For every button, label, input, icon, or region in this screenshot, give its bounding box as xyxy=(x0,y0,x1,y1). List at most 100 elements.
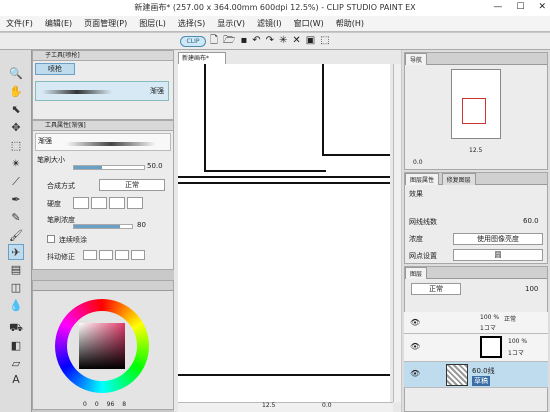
window-controls: — ☐ ✕ xyxy=(493,2,546,12)
layer-opacity: 100 % xyxy=(508,338,528,345)
navigator-zoom-value: 12.5 xyxy=(469,147,483,154)
sub-tool-preset-name: 渐强 xyxy=(150,87,164,95)
menu-bar: 文件(F) 编辑(E) 页面管理(P) 图层(L) 选择(S) 显示(V) 滤镜… xyxy=(0,16,550,32)
pen-icon[interactable]: ✒ xyxy=(8,192,24,208)
layer-name: 1コマ xyxy=(508,350,524,357)
navigator-angle-value: 0.0 xyxy=(413,159,423,166)
layer-opacity: 100 % xyxy=(480,314,500,321)
selection-icon[interactable]: ⬚ xyxy=(8,138,24,154)
canvas-tab[interactable]: 新建画布* xyxy=(178,52,226,64)
menu-help[interactable]: 帮助(H) xyxy=(330,18,370,29)
layer-line-count: 60.0线 xyxy=(472,367,495,375)
eye-icon[interactable]: 👁 xyxy=(410,369,420,378)
layer-tab[interactable]: 图层 xyxy=(405,267,428,279)
sub-tool-preset[interactable]: 渐强 xyxy=(35,81,169,101)
stabilizer-option[interactable] xyxy=(131,250,145,260)
layer-row[interactable]: 👁 100 % 正常 1コマ xyxy=(404,312,548,334)
operation-icon[interactable]: ⬉ xyxy=(8,102,24,118)
minimize-icon[interactable]: — xyxy=(493,2,502,12)
tab-layer-property[interactable]: 图层属性 xyxy=(405,173,440,185)
panel-border xyxy=(178,182,390,184)
menu-window[interactable]: 窗口(W) xyxy=(288,18,330,29)
hardness-option[interactable] xyxy=(109,197,125,209)
open-folder-icon[interactable]: 🗁 xyxy=(223,35,235,47)
brush-size-label: 笔刷大小 xyxy=(37,156,65,164)
canvas-horizontal-scrollbar[interactable] xyxy=(178,402,393,412)
redo-icon[interactable]: ↷ xyxy=(266,35,274,47)
navigator-preview[interactable] xyxy=(451,69,501,139)
stabilizer-option[interactable] xyxy=(115,250,129,260)
navigator-tab[interactable]: 导航 xyxy=(405,53,428,65)
eye-icon[interactable]: 👁 xyxy=(410,318,420,327)
hardness-option[interactable] xyxy=(91,197,107,209)
menu-layer[interactable]: 图层(L) xyxy=(133,18,172,29)
layer-row[interactable]: 👁 100 % 1コマ xyxy=(404,334,548,362)
airbrush-icon[interactable]: ✈ xyxy=(8,244,24,260)
brush-size-value: 50.0 xyxy=(147,162,163,170)
move-icon[interactable]: ✥ xyxy=(8,120,24,136)
panel-border xyxy=(206,170,326,172)
hardness-option[interactable] xyxy=(73,197,89,209)
stabilizer-option[interactable] xyxy=(83,250,97,260)
color-wheel-panel: 0 0 96 8 xyxy=(32,280,174,410)
stabilizer-options xyxy=(83,250,145,260)
fill-bucket-icon[interactable]: ⛟ xyxy=(8,320,24,336)
layer-blend-select[interactable]: 正常 xyxy=(411,283,461,295)
continuous-checkbox[interactable] xyxy=(47,235,55,243)
new-file-icon[interactable]: 🗋 xyxy=(210,35,218,47)
panel-border xyxy=(324,154,390,156)
menu-view[interactable]: 显示(V) xyxy=(211,18,251,29)
canvas-vertical-scrollbar[interactable] xyxy=(393,64,401,402)
save-icon[interactable]: ▪ xyxy=(240,35,247,47)
canvas-page[interactable] xyxy=(178,64,390,408)
sub-tool-group-tab[interactable]: 喷枪 xyxy=(35,63,75,75)
text-icon[interactable]: A xyxy=(8,372,24,388)
layer-row-selected[interactable]: 👁 60.0线 草稿 xyxy=(404,362,548,388)
figure-icon[interactable]: ▱ xyxy=(8,356,24,372)
pencil-icon[interactable]: ✎ xyxy=(8,210,24,226)
blend-mode-select[interactable]: 正常 xyxy=(99,179,165,191)
menu-select[interactable]: 选择(S) xyxy=(172,18,211,29)
navigator-tab-bar: 导航 xyxy=(405,53,547,65)
density-value: 80 xyxy=(137,221,146,229)
clear-outside-icon[interactable]: ✕ xyxy=(292,35,300,47)
layer-name: 草稿 xyxy=(472,376,490,386)
tab-correction-layer[interactable]: 修复图层 xyxy=(441,173,476,185)
undo-icon[interactable]: ↶ xyxy=(252,35,260,47)
hardness-option[interactable] xyxy=(127,197,143,209)
eraser-icon[interactable]: ◫ xyxy=(8,280,24,296)
eye-icon[interactable]: 👁 xyxy=(410,342,420,351)
auto-select-icon[interactable]: ✴ xyxy=(8,156,24,172)
clear-icon[interactable]: ✳ xyxy=(279,35,287,47)
decoration-icon[interactable]: ▤ xyxy=(8,262,24,278)
menu-page[interactable]: 页面管理(P) xyxy=(78,18,133,29)
zoom-icon[interactable]: 🔍 xyxy=(8,66,24,82)
brush-icon[interactable]: 🖌 xyxy=(8,228,24,244)
hand-icon[interactable]: ✋ xyxy=(8,84,24,100)
menu-file[interactable]: 文件(F) xyxy=(0,18,39,29)
hue-value: 0 xyxy=(83,401,87,408)
fill-icon[interactable]: ▣ xyxy=(306,35,315,47)
layer-thumbnail xyxy=(480,336,502,358)
saturation-value-square[interactable] xyxy=(79,323,125,369)
panel-border xyxy=(322,64,324,156)
density-label: 浓度 xyxy=(409,235,423,243)
density-select[interactable]: 使用图像亮度 xyxy=(453,233,543,245)
maximize-icon[interactable]: ☐ xyxy=(516,2,524,12)
hardness-options xyxy=(73,197,143,209)
brush-size-slider[interactable] xyxy=(73,165,145,170)
close-icon[interactable]: ✕ xyxy=(538,2,546,12)
navigator-viewport[interactable] xyxy=(462,98,486,124)
menu-edit[interactable]: 编辑(E) xyxy=(39,18,78,29)
blend-icon[interactable]: 💧 xyxy=(8,298,24,314)
gradient-icon[interactable]: ◧ xyxy=(8,338,24,354)
menu-filter[interactable]: 滤镜(I) xyxy=(251,18,288,29)
hue-ring[interactable] xyxy=(55,299,149,393)
saturation-value: 0 xyxy=(94,401,99,408)
screen-setting-select[interactable]: 圆 xyxy=(453,249,543,261)
density-slider[interactable] xyxy=(73,224,133,229)
eyedropper-icon[interactable]: ⟋ xyxy=(8,174,24,190)
clip-button[interactable]: CLIP xyxy=(180,36,206,47)
transform-icon[interactable]: ⬚ xyxy=(320,35,329,47)
stabilizer-option[interactable] xyxy=(99,250,113,260)
